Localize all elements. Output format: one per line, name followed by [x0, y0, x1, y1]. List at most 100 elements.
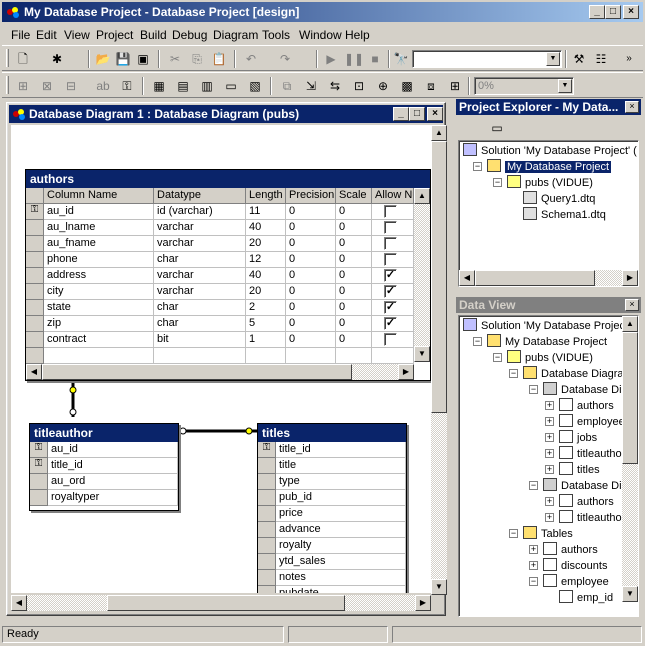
- close-button[interactable]: ×: [623, 5, 639, 19]
- diagram-canvas[interactable]: authors Column Name Datatype Length Precisi…: [11, 125, 431, 593]
- diagram-vscroll-thumb[interactable]: [431, 141, 447, 413]
- page-breaks-icon[interactable]: ⊞: [446, 77, 464, 95]
- empty-cell[interactable]: [372, 348, 414, 364]
- key-icon[interactable]: ⚿: [30, 442, 48, 458]
- save-all-icon[interactable]: ▣: [134, 50, 152, 68]
- scroll-left-icon[interactable]: ◀: [11, 595, 27, 611]
- authors-cell-length[interactable]: 5: [246, 316, 286, 332]
- expand-icon[interactable]: +: [545, 513, 554, 522]
- chevron-down-icon[interactable]: ▼: [546, 52, 560, 66]
- toolbar-grip[interactable]: [6, 49, 9, 67]
- allow-nulls-checkbox[interactable]: ✓: [384, 269, 397, 282]
- tree-node[interactable]: Schema1.dtq: [523, 207, 606, 223]
- authors-cell-length[interactable]: 40: [246, 268, 286, 284]
- authors-cell-precision[interactable]: 0: [286, 236, 336, 252]
- authors-cell-type[interactable]: char: [154, 300, 246, 316]
- scroll-down-icon[interactable]: ▼: [622, 586, 638, 602]
- tree-node[interactable]: Database Dia: [543, 382, 628, 398]
- undo-icon[interactable]: ↶: [242, 50, 260, 68]
- empty-cell[interactable]: [336, 348, 372, 364]
- authors-cell-name[interactable]: state: [44, 300, 154, 316]
- start-icon[interactable]: ▶: [322, 50, 340, 68]
- row-selector[interactable]: [26, 268, 44, 284]
- authors-cell-precision[interactable]: 0: [286, 316, 336, 332]
- row-selector[interactable]: [26, 236, 44, 252]
- tree-node[interactable]: authors: [559, 494, 614, 510]
- titles-column-name[interactable]: type: [276, 474, 406, 490]
- authors-cell-length[interactable]: 1: [246, 332, 286, 348]
- empty-cell[interactable]: [286, 348, 336, 364]
- authors-cell-scale[interactable]: 0: [336, 316, 372, 332]
- row-selector[interactable]: [258, 570, 276, 586]
- set-primary-key-icon[interactable]: ⚿: [118, 77, 136, 95]
- tree-node[interactable]: jobs: [559, 430, 597, 446]
- key-icon[interactable]: ⚿: [258, 442, 276, 458]
- zoom-icon[interactable]: ▩: [398, 77, 416, 95]
- scroll-down-icon[interactable]: ▼: [431, 579, 447, 595]
- authors-cell-precision[interactable]: 0: [286, 284, 336, 300]
- allow-nulls-checkbox[interactable]: ✓: [384, 285, 397, 298]
- expand-icon[interactable]: +: [545, 449, 554, 458]
- row-selector[interactable]: [30, 490, 48, 506]
- cut-icon[interactable]: ✂: [166, 50, 184, 68]
- row-selector[interactable]: [26, 284, 44, 300]
- close-icon[interactable]: ×: [625, 299, 639, 311]
- titleauthor-column-name[interactable]: title_id: [48, 458, 178, 474]
- delete-table-icon[interactable]: ⊟: [62, 77, 80, 95]
- row-selector[interactable]: [258, 586, 276, 593]
- row-selector[interactable]: [26, 316, 44, 332]
- table-view-icon[interactable]: ▦: [150, 77, 168, 95]
- tree-node[interactable]: My Database Project: [487, 159, 612, 175]
- expand-icon[interactable]: +: [545, 465, 554, 474]
- authors-cell-type[interactable]: varchar: [154, 236, 246, 252]
- add-item-icon[interactable]: ✱: [48, 50, 66, 68]
- authors-cell-scale[interactable]: 0: [336, 252, 372, 268]
- overflow-chevron-icon[interactable]: »: [622, 50, 636, 68]
- scroll-left-icon[interactable]: ◀: [459, 270, 475, 286]
- tree-node[interactable]: Solution 'My Database Project' (: [463, 143, 637, 159]
- tree-node[interactable]: pubs (VIDUE): [507, 350, 593, 366]
- tree-node[interactable]: Database Dia: [543, 478, 628, 494]
- menu-build[interactable]: Build: [140, 28, 167, 42]
- diagram-maximize-button[interactable]: □: [409, 107, 425, 121]
- row-selector[interactable]: [26, 332, 44, 348]
- data-view-tree[interactable]: Solution 'My Database Project − My Databas…: [458, 315, 639, 617]
- authors-cell-precision[interactable]: 0: [286, 300, 336, 316]
- scroll-up-icon[interactable]: ▲: [414, 188, 430, 204]
- authors-cell-length[interactable]: 20: [246, 284, 286, 300]
- authors-cell-type[interactable]: varchar: [154, 284, 246, 300]
- collapse-icon[interactable]: −: [509, 529, 518, 538]
- allow-nulls-checkbox[interactable]: ✓: [384, 301, 397, 314]
- tree-node[interactable]: Tables: [523, 526, 573, 542]
- authors-cell-scale[interactable]: 0: [336, 332, 372, 348]
- titleauthor-column-name[interactable]: au_id: [48, 442, 178, 458]
- row-selector[interactable]: [258, 506, 276, 522]
- menu-debug[interactable]: Debug: [172, 28, 207, 42]
- tree-node[interactable]: titleautho: [559, 510, 622, 526]
- allow-nulls-checkbox[interactable]: [384, 205, 397, 218]
- authors-table[interactable]: authors Column Name Datatype Length Precisi…: [25, 169, 431, 381]
- titles-column-name[interactable]: advance: [276, 522, 406, 538]
- column-header[interactable]: Column Name: [44, 188, 154, 204]
- authors-cell-name[interactable]: address: [44, 268, 154, 284]
- scroll-right-icon[interactable]: ▶: [622, 270, 638, 286]
- chevron-down-icon[interactable]: ▼: [558, 79, 572, 93]
- maximize-button[interactable]: □: [605, 5, 621, 19]
- column-header[interactable]: Length: [246, 188, 286, 204]
- authors-cell-type[interactable]: char: [154, 252, 246, 268]
- redo-icon[interactable]: ↷: [276, 50, 294, 68]
- new-table-icon[interactable]: ⊞: [14, 77, 32, 95]
- authors-cell-scale[interactable]: 0: [336, 220, 372, 236]
- row-selector[interactable]: [26, 300, 44, 316]
- titles-column-name[interactable]: royalty: [276, 538, 406, 554]
- key-icon[interactable]: ⚿: [26, 204, 44, 220]
- expand-icon[interactable]: +: [545, 497, 554, 506]
- allow-nulls-checkbox[interactable]: [384, 221, 397, 234]
- tree-node[interactable]: Database Diagra: [523, 366, 624, 382]
- row-selector[interactable]: [26, 220, 44, 236]
- tree-node[interactable]: employee: [559, 414, 625, 430]
- tree-node[interactable]: titleautho: [559, 446, 622, 462]
- authors-cell-length[interactable]: 12: [246, 252, 286, 268]
- debug-tools-icon[interactable]: ⚒: [570, 50, 588, 68]
- titles-column-name[interactable]: title: [276, 458, 406, 474]
